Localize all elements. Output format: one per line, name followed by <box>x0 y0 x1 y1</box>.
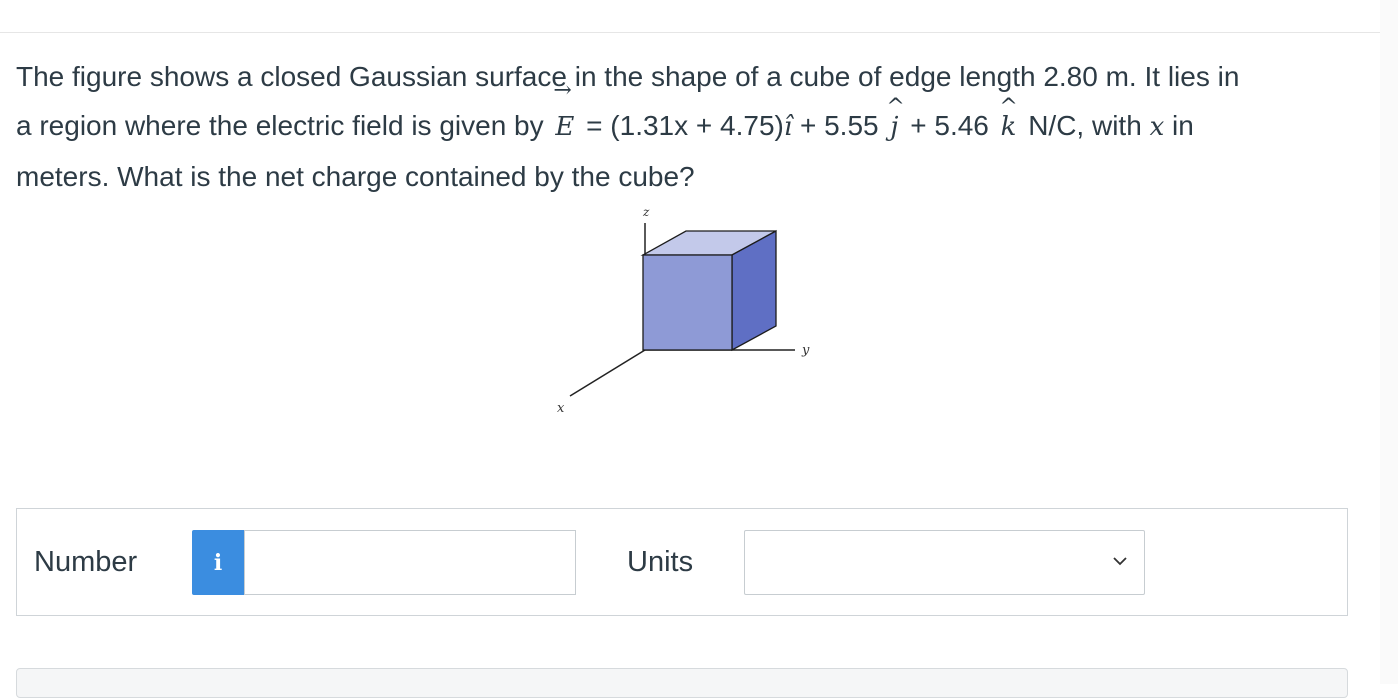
scrollbar-track[interactable] <box>1380 0 1398 684</box>
vector-symbol: E <box>555 112 575 142</box>
question-part-4: in <box>1172 110 1194 141</box>
hat-caret: ^ <box>886 95 905 120</box>
gaussian-cube-figure: z y x <box>557 205 810 416</box>
number-label: Number <box>34 546 138 578</box>
question-text: The figure shows a closed Gaussian surfa… <box>16 52 1366 201</box>
x-variable: x <box>1149 112 1165 142</box>
question-line-2: a region where the electric field is giv… <box>16 79 1366 152</box>
chevron-down-icon <box>1113 557 1127 566</box>
question-line-3: meters. What is the net charge contained… <box>16 152 1366 201</box>
cube-front-face <box>642 254 733 351</box>
info-icon[interactable]: i <box>192 530 244 595</box>
unit-vector-i: î <box>783 112 793 142</box>
unit-vector-k: ^ k <box>997 95 1021 152</box>
equation-term-x: = (1.31x + 4.75) <box>586 110 784 141</box>
equation-term-y: + 5.55 <box>799 110 879 141</box>
vector-arrow: → <box>553 78 572 103</box>
equation-term-z: + 5.46 <box>910 110 989 141</box>
next-section-panel <box>16 668 1348 698</box>
question-part-5: meters. What is the net charge contained… <box>16 161 695 192</box>
question-part-3: N/C, with <box>1028 110 1142 141</box>
number-input[interactable] <box>244 530 576 595</box>
x-axis <box>569 349 646 397</box>
x-axis-label: x <box>557 401 565 416</box>
units-select[interactable] <box>744 530 1145 595</box>
z-axis-label: z <box>642 205 650 219</box>
question-line-1: The figure shows a closed Gaussian surfa… <box>16 52 1366 101</box>
unit-vector-j: ^ j <box>886 95 904 152</box>
units-label: Units <box>627 546 694 578</box>
question-part-2: a region where the electric field is giv… <box>16 110 544 141</box>
question-part-1: The figure shows a closed Gaussian surfa… <box>16 61 1240 92</box>
electric-field-vector: → E <box>551 79 578 152</box>
hat-caret: ^ <box>999 95 1018 120</box>
top-divider <box>0 32 1380 33</box>
y-axis-label: y <box>801 343 810 358</box>
